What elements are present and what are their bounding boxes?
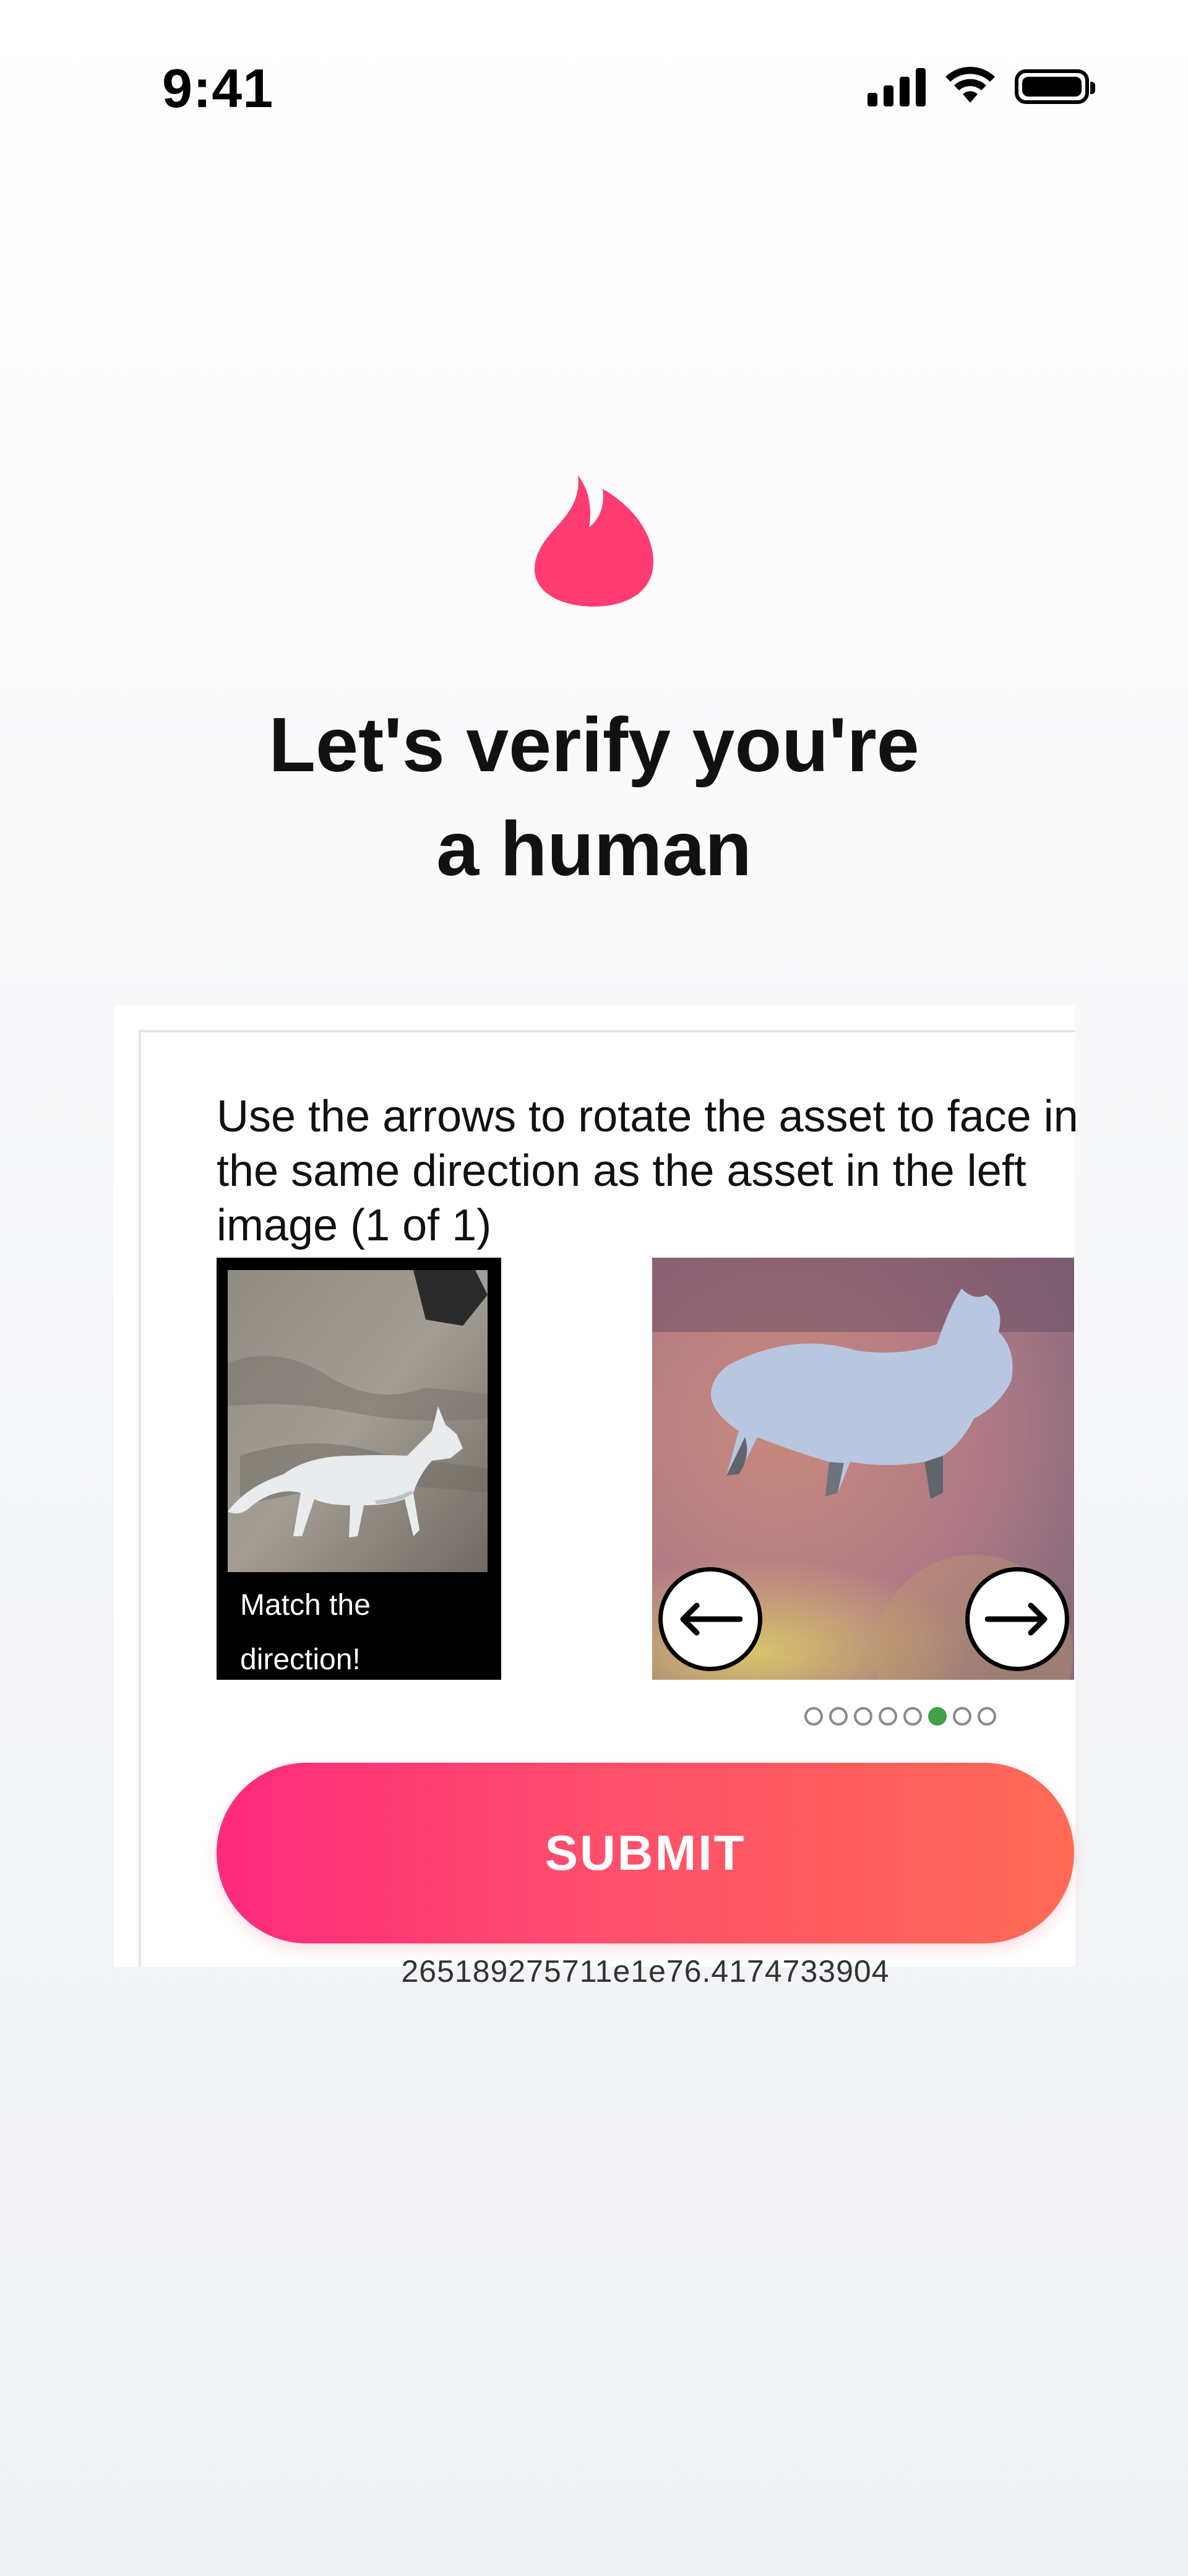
wifi-icon	[945, 67, 995, 103]
position-dot	[903, 1707, 922, 1726]
position-dot-active	[928, 1707, 947, 1726]
position-dot	[953, 1707, 971, 1726]
status-icons	[867, 67, 1095, 106]
reference-image-panel: Match the direction!	[217, 1258, 501, 1680]
challenge-card: Use the arrows to rotate the asset to fa…	[114, 1005, 1078, 1989]
submit-button[interactable]: SUBMIT	[217, 1763, 1074, 1943]
position-dot	[879, 1707, 897, 1726]
reference-caption: Match the direction!	[240, 1578, 488, 1687]
battery-icon	[1015, 69, 1095, 104]
cellular-signal-icon	[867, 67, 926, 106]
challenge-card-inner: Use the arrows to rotate the asset to fa…	[139, 1030, 1078, 1989]
page-title: Let's verify you're a human	[161, 693, 1027, 901]
status-bar: 9:41	[0, 0, 1188, 149]
asset-position-dots	[804, 1707, 996, 1726]
session-id: 265189275711e1e76.4174733904	[401, 1954, 890, 1989]
rotate-left-button[interactable]	[658, 1567, 762, 1671]
reference-caption-line2: direction!	[240, 1643, 361, 1676]
rotate-right-button[interactable]	[965, 1567, 1069, 1671]
flame-logo-icon	[535, 475, 653, 607]
rotatable-asset-panel	[652, 1258, 1074, 1680]
position-dot	[804, 1707, 823, 1726]
reference-caption-line1: Match the	[240, 1589, 371, 1622]
status-time: 9:41	[162, 58, 274, 119]
position-dot	[829, 1707, 848, 1726]
reference-fox-image	[228, 1270, 488, 1572]
challenge-instruction: Use the arrows to rotate the asset to fa…	[217, 1092, 1078, 1250]
page-title-line2: a human	[436, 806, 752, 892]
arrow-right-icon	[985, 1602, 1048, 1636]
page-title-line1: Let's verify you're	[269, 702, 919, 788]
position-dot	[854, 1707, 872, 1726]
position-dot	[978, 1707, 996, 1726]
arrow-left-icon	[680, 1602, 742, 1636]
